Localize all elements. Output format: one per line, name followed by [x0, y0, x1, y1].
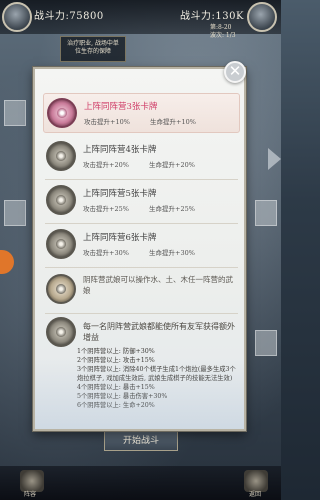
divider	[45, 267, 238, 268]
player-power-label: 战斗力:75800	[34, 11, 104, 22]
tier-atk: 攻击提升+20%	[83, 161, 129, 169]
tier-hp: 生命提升+25%	[149, 205, 195, 213]
bonus-line: 3个阴阵营以上: 消除40个棋子生成1个炮拉(最多生成3个炮拉棋子, 戏加成生效…	[77, 366, 236, 382]
role-hint: 治疗职业, 战场中单 位生存的保障	[60, 36, 126, 62]
tier-hp: 生命提升+10%	[150, 118, 196, 126]
yin-faction-note: 阴阵营武娘可以操作水、土、木任一阵营的武娘	[43, 269, 240, 311]
return-label: 返回	[249, 491, 262, 498]
bonus-tier-5: 上阵同阵营5张卡牌 攻击提升+25% 生命提升+25%	[43, 181, 240, 221]
faction-emblem-icon	[46, 317, 76, 347]
faction-emblem-icon	[47, 98, 77, 128]
bonus-tier-6: 上阵同阵营6张卡牌 攻击提升+30% 生命提升+30%	[43, 225, 240, 265]
bonus-line: 6个阴阵营以上: 生命+20%	[77, 402, 155, 409]
bonus-line: 2个阴阵营以上: 攻击+15%	[77, 357, 155, 364]
tier-atk: 攻击提升+10%	[84, 118, 130, 126]
bonus-tier-3: 上阵同阵营3张卡牌 攻击提升+10% 生命提升+10%	[43, 93, 240, 133]
tier-title: 上阵同阵营3张卡牌	[84, 102, 158, 112]
faction-bonus-panel: 上阵同阵营3张卡牌 攻击提升+10% 生命提升+10% 上阵同阵营4张卡牌 攻击…	[33, 67, 246, 431]
faction-emblem-icon	[46, 229, 76, 259]
bonus-line: 5个阴阵营以上: 暴击伤害+30%	[77, 393, 168, 400]
bonus-line: 1个阴阵营以上: 防御+30%	[77, 348, 155, 355]
tier-atk: 攻击提升+25%	[83, 205, 129, 213]
side-tab-left-1[interactable]	[4, 100, 26, 126]
tier-atk: 攻击提升+30%	[83, 249, 129, 257]
side-tab-left-2[interactable]	[4, 200, 26, 226]
bonus-line: 4个阴阵营以上: 暴击+15%	[77, 384, 155, 391]
faction-emblem-icon	[46, 185, 76, 215]
yin-bonus-list: 1个阴阵营以上: 防御+30% 2个阴阵营以上: 攻击+15% 3个阴阵营以上:…	[77, 347, 237, 410]
faction-emblem-icon	[46, 141, 76, 171]
tier-hp: 生命提升+30%	[149, 249, 195, 257]
tier-title: 上阵同阵营5张卡牌	[83, 189, 157, 199]
wave-counter: 第:8-20 波次: 1/3	[210, 24, 236, 39]
yin-description: 阴阵营武娘可以操作水、土、木任一阵营的武娘	[83, 275, 233, 295]
player-avatar[interactable]	[2, 2, 32, 32]
divider	[45, 179, 238, 180]
divider	[45, 313, 238, 314]
close-button[interactable]: ✕	[224, 61, 246, 83]
tier-title: 上阵同阵营6张卡牌	[83, 233, 157, 243]
divider	[45, 223, 238, 224]
lineup-label: 阵容	[24, 491, 37, 498]
bonus-tier-4: 上阵同阵营4张卡牌 攻击提升+20% 生命提升+20%	[43, 137, 240, 177]
tier-hp: 生命提升+20%	[149, 161, 195, 169]
side-tab-right-2[interactable]	[255, 330, 277, 356]
side-tab-right-1[interactable]	[255, 200, 277, 226]
yin-flower-icon	[46, 274, 76, 304]
start-battle-button[interactable]: 开始战斗	[104, 431, 178, 451]
enemy-power-label: 战斗力:130K	[180, 11, 244, 22]
tier-title: 上阵同阵营4张卡牌	[83, 145, 157, 155]
extra-bonus-description: 每一名阴阵营武娘都能使所有友军获得额外增益	[83, 322, 235, 342]
